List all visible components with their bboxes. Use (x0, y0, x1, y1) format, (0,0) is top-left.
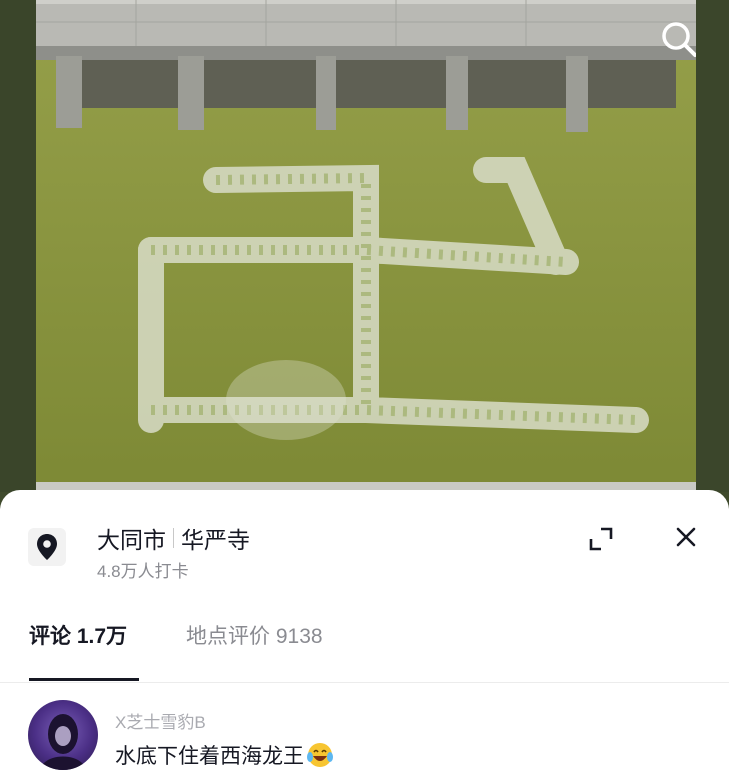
location-photo[interactable] (36, 0, 696, 492)
title-separator (173, 528, 174, 548)
location-header: 大同市 华严寺 4.8万人打卡 (0, 490, 729, 590)
comment-username[interactable]: X芝士雪豹B (115, 708, 206, 733)
search-icon (662, 22, 696, 57)
location-city: 大同市 (97, 527, 166, 553)
avatar[interactable] (28, 700, 98, 770)
location-place: 华严寺 (181, 527, 250, 553)
comment-text: 水底下住着西海龙王 (115, 745, 304, 768)
active-tab-indicator (29, 678, 139, 681)
close-icon (676, 527, 696, 547)
tab-comments[interactable]: 评论 1.7万 (29, 620, 127, 650)
laughing-crying-emoji-icon (307, 743, 333, 767)
location-pin-box (28, 528, 66, 566)
comment-body: 水底下住着西海龙王 (115, 740, 334, 770)
avatar-figure (40, 714, 86, 770)
comment-item[interactable]: X芝士雪豹B 水底下住着西海龙王 (0, 690, 729, 780)
tab-place-reviews[interactable]: 地点评价 9138 (186, 620, 323, 650)
expand-button[interactable] (586, 524, 616, 554)
photo-illustration (36, 0, 696, 492)
tab-bar: 评论 1.7万 地点评价 9138 (0, 610, 729, 683)
close-button[interactable] (671, 522, 701, 552)
checkin-count: 4.8万人打卡 (97, 562, 189, 581)
photo-border-left (0, 0, 36, 492)
location-sheet: 大同市 华严寺 4.8万人打卡 评论 1.7万 地点评价 9138 X芝士雪豹B… (0, 490, 729, 780)
expand-icon (589, 527, 613, 551)
location-pin-icon (37, 534, 57, 560)
photo-border-right (696, 0, 729, 492)
search-button[interactable] (654, 14, 696, 64)
location-title[interactable]: 大同市 华严寺 (97, 521, 250, 555)
